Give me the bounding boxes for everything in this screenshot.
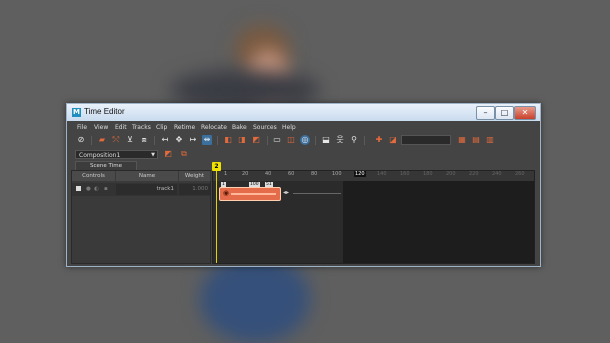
clip-tail-line	[293, 193, 341, 194]
ruler-tick: 60	[288, 171, 295, 177]
ruler-tick: 80	[311, 171, 318, 177]
retime-clip-icon[interactable]: ◧	[223, 135, 233, 145]
ruler-tick: 180	[423, 171, 433, 177]
menu-tracks[interactable]: Tracks	[132, 124, 151, 131]
toolbar-divider	[267, 136, 268, 145]
duplicate-composition-icon[interactable]: ⧉	[179, 149, 189, 159]
ruler-tick: 120	[354, 171, 366, 177]
composition-dropdown[interactable]: Composition1 ▼	[75, 150, 158, 159]
ruler-tick: 20	[242, 171, 249, 177]
menu-relocate[interactable]: Relocate	[201, 124, 227, 131]
move-right-icon[interactable]: ↦	[188, 135, 198, 145]
mute-track-icon[interactable]: ◐	[94, 184, 99, 195]
snap-icon[interactable]: ◎	[300, 135, 310, 145]
ruler-tick: 100	[332, 171, 342, 177]
clip-loop-icon[interactable]: ◂▸	[283, 189, 289, 196]
hold-clip-icon[interactable]: ◩	[251, 135, 261, 145]
menu-bar: File View Edit Tracks Clip Retime Reloca…	[71, 123, 536, 132]
time-editor-window: M Time Editor – □ ✕ File View Edit Track…	[66, 103, 541, 267]
dope-sheet-icon[interactable]: ▤	[471, 135, 481, 145]
trim-clip-icon[interactable]: ⊻	[125, 135, 135, 145]
menu-file[interactable]: File	[77, 124, 87, 131]
title-bar[interactable]: M Time Editor – □ ✕	[67, 104, 540, 121]
track-enable-checkbox[interactable]	[76, 186, 81, 191]
chevron-down-icon: ▼	[151, 152, 155, 158]
group-clip-icon[interactable]: ⧈	[139, 135, 149, 145]
ruler-tick: 40	[265, 171, 272, 177]
move-left-icon[interactable]: ↤	[160, 135, 170, 145]
ruler-tick: 220	[469, 171, 479, 177]
timeline-panel[interactable]: 1 20 40 60 80 100 120 140 160 180 200 22…	[212, 162, 535, 264]
lock-icon[interactable]: ▪	[104, 184, 108, 195]
toolbar-divider	[217, 136, 218, 145]
relocate-icon[interactable]: ⬓	[321, 135, 331, 145]
minimize-button[interactable]: –	[476, 106, 495, 120]
toolbar-divider	[315, 136, 316, 145]
create-clip-icon[interactable]: ▰	[97, 135, 107, 145]
new-composition-icon[interactable]: ◩	[163, 149, 173, 159]
toolbar-divider	[364, 136, 365, 145]
track-row[interactable]: ● ◐ ▪ track1 1.000	[72, 183, 210, 196]
animation-clip[interactable]: ◉	[219, 187, 281, 201]
column-header-name: Name	[116, 171, 179, 181]
character-icon[interactable]: 웃	[335, 135, 345, 145]
ruler-tick: 260	[515, 171, 525, 177]
track-weight-field[interactable]: 1.000	[179, 184, 210, 195]
column-header-weight: Weight	[179, 171, 211, 181]
playhead-frame-label[interactable]: 2	[212, 162, 221, 171]
clip-inner-bar	[231, 193, 276, 195]
toolbar: ⊘ ▰ ⤲ ⊻ ⧈ ↤ ✥ ↦ ⇹ ◧ ◨ ◩ ▭ ◫ ◎ ⬓ 웃 ⚲ ✚ ◪ …	[71, 133, 536, 148]
ruler-tick: 1	[224, 171, 228, 177]
column-header-controls: Controls	[72, 171, 116, 181]
menu-retime[interactable]: Retime	[174, 124, 195, 131]
composition-row: Composition1 ▼ ◩ ⧉	[71, 149, 536, 160]
graph-editor-icon[interactable]: ▦	[457, 135, 467, 145]
split-clip-icon[interactable]: ⤲	[111, 135, 121, 145]
menu-sources[interactable]: Sources	[253, 124, 277, 131]
menu-help[interactable]: Help	[282, 124, 296, 131]
track-list-panel: Controls Name Weight ● ◐ ▪ track1 1.000	[71, 170, 211, 264]
key-clip-icon[interactable]: ◪	[388, 135, 398, 145]
ruler-tick: 140	[377, 171, 387, 177]
time-ruler[interactable]: 1 20 40 60 80 100 120 140 160 180 200 22…	[213, 171, 534, 181]
window-title: Time Editor	[84, 107, 125, 116]
ruler-tick: 160	[400, 171, 410, 177]
menu-bake[interactable]: Bake	[232, 124, 247, 131]
toolbar-divider	[154, 136, 155, 145]
loop-after-icon[interactable]: ◫	[286, 135, 296, 145]
clip-key-icon: ◉	[223, 189, 230, 197]
menu-edit[interactable]: Edit	[115, 124, 127, 131]
close-button[interactable]: ✕	[514, 106, 536, 120]
move-icon[interactable]: ✥	[174, 135, 184, 145]
composition-name: Composition1	[79, 152, 121, 159]
menu-clip[interactable]: Clip	[156, 124, 167, 131]
maya-app-icon: M	[72, 108, 81, 117]
character-legs	[200, 255, 310, 343]
maximize-button[interactable]: □	[495, 106, 514, 120]
toolbar-divider	[91, 136, 92, 145]
playhead[interactable]: 2	[212, 162, 221, 263]
loop-before-icon[interactable]: ▭	[272, 135, 282, 145]
menu-view[interactable]: View	[94, 124, 108, 131]
solo-icon[interactable]: ●	[86, 184, 91, 195]
filter-field[interactable]	[401, 135, 451, 145]
pose-icon[interactable]: ⚲	[349, 135, 359, 145]
add-key-icon[interactable]: ✚	[374, 135, 384, 145]
mute-icon[interactable]: ⊘	[76, 135, 86, 145]
ruler-tick: 240	[492, 171, 502, 177]
ripple-edit-icon[interactable]: ⇹	[202, 135, 212, 145]
out-of-range-area	[343, 181, 534, 263]
trax-icon[interactable]: ▥	[485, 135, 495, 145]
track-name[interactable]: track1	[116, 184, 177, 195]
scale-clip-icon[interactable]: ◨	[237, 135, 247, 145]
ruler-tick: 200	[446, 171, 456, 177]
